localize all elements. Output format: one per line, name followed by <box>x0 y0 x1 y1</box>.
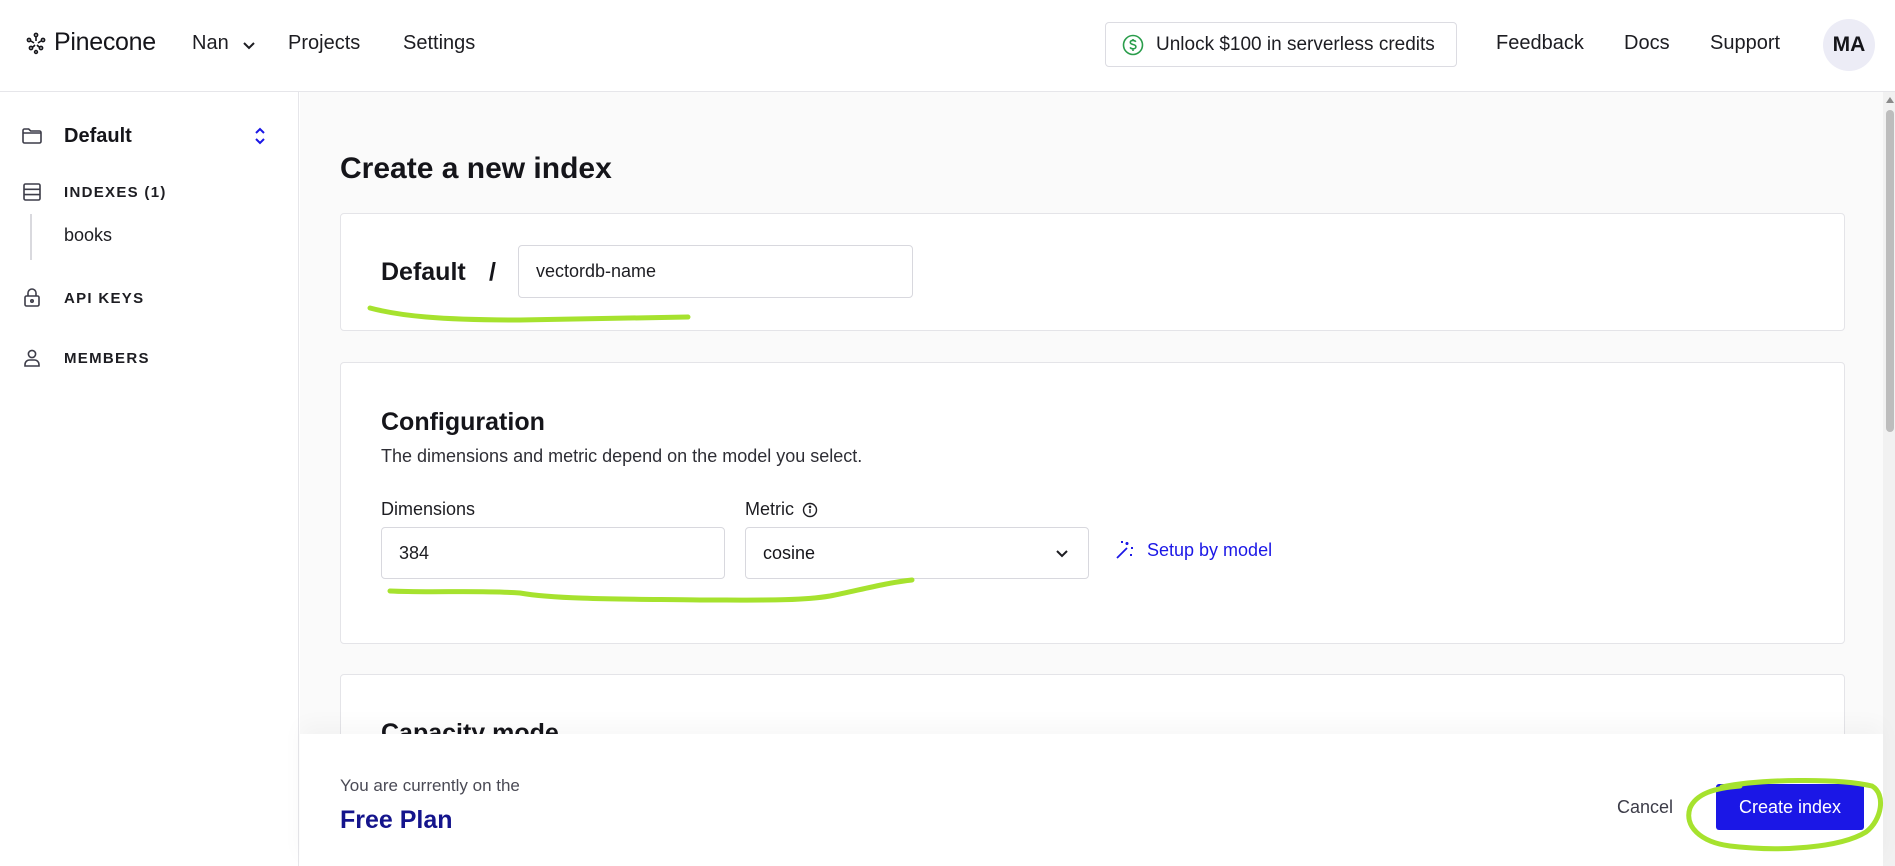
docs-link[interactable]: Docs <box>1624 32 1670 55</box>
index-name-card: Default / <box>340 213 1845 331</box>
setup-by-model-label: Setup by model <box>1147 539 1273 560</box>
create-index-button[interactable]: Create index <box>1716 784 1864 830</box>
dimensions-input[interactable] <box>381 527 725 579</box>
user-avatar[interactable]: MA <box>1823 19 1875 71</box>
footer-action-bar: You are currently on the Free Plan Cance… <box>300 734 1883 866</box>
pinecone-logo-icon <box>26 32 46 54</box>
org-switcher[interactable]: Nan <box>192 32 257 55</box>
scrollbar-thumb[interactable] <box>1886 110 1894 432</box>
configuration-card: Configuration The dimensions and metric … <box>340 362 1845 644</box>
metric-select[interactable]: cosine <box>745 527 1089 579</box>
metric-select-value: cosine <box>763 542 816 563</box>
nav-settings[interactable]: Settings <box>403 32 475 55</box>
configuration-description: The dimensions and metric depend on the … <box>381 446 863 466</box>
sidebar-item-api-keys[interactable]: API KEYS <box>20 286 144 310</box>
project-prefix: Default <box>381 258 466 286</box>
info-icon[interactable] <box>802 502 818 518</box>
tree-line <box>30 214 32 260</box>
metric-label: Metric <box>745 499 794 519</box>
setup-by-model-link[interactable]: Setup by model <box>1113 538 1272 562</box>
top-navigation-bar: Pinecone Nan Projects Settings Unlock $1… <box>0 0 1895 92</box>
sidebar-item-label: MEMBERS <box>64 349 150 367</box>
support-link[interactable]: Support <box>1710 32 1780 55</box>
path-separator: / <box>489 258 496 286</box>
sidebar: Default INDEXES (1) books API KEYS MEMBE… <box>0 92 299 866</box>
chevron-up-down-icon <box>255 127 265 145</box>
cancel-button[interactable]: Cancel <box>1617 797 1673 818</box>
nav-projects[interactable]: Projects <box>288 32 360 55</box>
lock-icon <box>24 288 40 307</box>
dollar-circle-icon <box>1122 34 1144 55</box>
folder-icon <box>22 128 42 144</box>
database-icon <box>23 183 41 201</box>
user-icon <box>24 349 40 367</box>
sidebar-item-indexes[interactable]: INDEXES (1) <box>20 180 167 204</box>
plan-note: You are currently on the <box>340 776 520 795</box>
scroll-up-arrow[interactable] <box>1886 97 1894 103</box>
project-name: Default <box>64 124 132 147</box>
magic-wand-icon <box>1116 541 1133 559</box>
sidebar-item-label: INDEXES (1) <box>64 183 167 201</box>
metric-label-group: Metric <box>745 499 818 520</box>
unlock-credits-button[interactable]: Unlock $100 in serverless credits <box>1105 22 1457 67</box>
sidebar-item-members[interactable]: MEMBERS <box>20 346 150 370</box>
org-name: Nan <box>192 32 229 54</box>
unlock-credits-label: Unlock $100 in serverless credits <box>1156 33 1435 55</box>
plan-name[interactable]: Free Plan <box>340 806 453 835</box>
sidebar-item-label: API KEYS <box>64 289 145 307</box>
sidebar-item-books[interactable]: books <box>64 225 112 246</box>
configuration-title: Configuration <box>381 408 545 436</box>
logo-text: Pinecone <box>54 28 156 56</box>
dimensions-label: Dimensions <box>381 499 476 519</box>
chevron-down-icon <box>242 42 255 50</box>
page-title: Create a new index <box>340 152 612 185</box>
feedback-link[interactable]: Feedback <box>1496 32 1584 55</box>
chevron-down-icon <box>1056 550 1068 558</box>
index-name-input[interactable] <box>518 245 913 298</box>
pinecone-logo[interactable]: Pinecone <box>24 28 156 57</box>
project-switcher[interactable]: Default <box>20 124 270 148</box>
